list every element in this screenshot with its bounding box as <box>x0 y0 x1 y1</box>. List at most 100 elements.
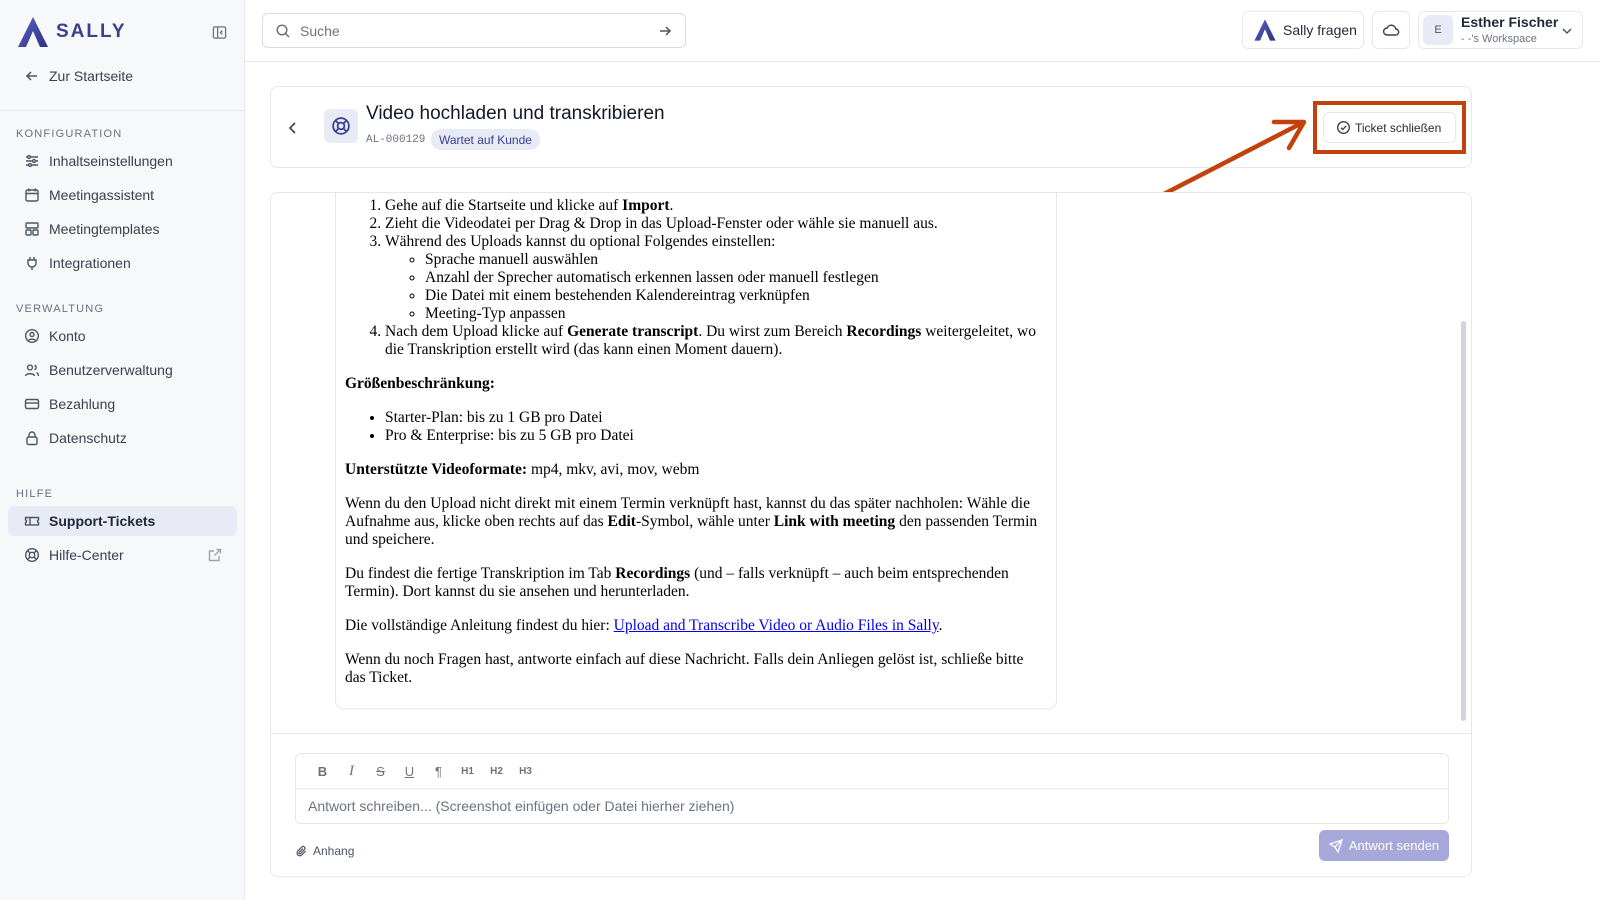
formats-paragraph: Unterstützte Videoformate: mp4, mkv, avi… <box>345 461 1047 479</box>
scrollbar-thumb[interactable] <box>1461 321 1466 721</box>
send-icon <box>1328 838 1343 853</box>
size-list: Starter-Plan: bis zu 1 GB pro Datei Pro … <box>385 409 1047 445</box>
ticket-icon <box>24 516 40 526</box>
sidebar-item-label: Hilfe-Center <box>49 547 124 563</box>
size-heading: Größenbeschränkung: <box>345 375 1047 393</box>
italic-button[interactable]: I <box>337 759 366 783</box>
user-menu-button[interactable]: E Esther Fischer - -'s Workspace <box>1418 11 1583 49</box>
paragraph-text: . <box>938 617 943 634</box>
section-label-konfiguration: KONFIGURATION <box>16 128 123 140</box>
step-text: . Du wirst zum Bereich <box>698 323 847 340</box>
close-ticket-label: Ticket schließen <box>1355 120 1442 135</box>
step-text: . <box>669 197 674 214</box>
workspace-name: - -'s Workspace <box>1461 32 1537 45</box>
heading3-button[interactable]: H3 <box>511 759 540 783</box>
formats-value: mp4, mkv, avi, mov, webm <box>527 461 700 478</box>
guide-paragraph: Die vollständige Anleitung findest du hi… <box>345 617 1047 635</box>
collapse-sidebar-icon[interactable] <box>209 22 229 42</box>
underline-button[interactable]: U <box>395 759 424 783</box>
logo[interactable]: SALLY <box>16 14 229 50</box>
send-reply-button[interactable]: Antwort senden <box>1319 830 1449 861</box>
paragraph-bold: Recordings <box>615 565 691 582</box>
sidebar-item-label: Bezahlung <box>49 396 116 412</box>
step-text: Nach dem Upload klicke auf <box>385 323 568 340</box>
list-item: Pro & Enterprise: bis zu 5 GB pro Datei <box>385 427 1047 445</box>
sidebar-item-inhaltseinstellungen[interactable]: Inhaltseinstellungen <box>8 146 237 176</box>
sidebar-item-support-tickets[interactable]: Support-Tickets <box>8 506 237 536</box>
search-bar[interactable] <box>262 13 686 48</box>
chevron-down-icon <box>1562 28 1572 35</box>
chevron-left-icon[interactable] <box>283 118 303 138</box>
sidebar-item-meetingassistent[interactable]: Meetingassistent <box>8 180 237 210</box>
sidebar-item-label: Inhaltseinstellungen <box>49 153 173 169</box>
user-circle-icon <box>24 328 40 344</box>
step-item: Während des Uploads kannst du optional F… <box>385 233 1047 323</box>
sidebar-item-datenschutz[interactable]: Datenschutz <box>8 423 237 453</box>
step-item: Zieht die Videodatei per Drag & Drop in … <box>385 215 1047 233</box>
section-label-verwaltung: VERWALTUNG <box>16 303 105 315</box>
step-text: Gehe auf die Startseite und klicke auf <box>385 197 623 214</box>
paperclip-icon <box>296 845 307 856</box>
avatar: E <box>1423 15 1453 45</box>
sidebar-item-label: Benutzerverwaltung <box>49 362 173 378</box>
list-item: Anzahl der Sprecher automatisch erkennen… <box>425 269 1047 287</box>
list-item: Starter-Plan: bis zu 1 GB pro Datei <box>385 409 1047 427</box>
size-heading-text: Größenbeschränkung: <box>345 375 495 392</box>
users-icon <box>24 364 40 377</box>
sidebar-item-konto[interactable]: Konto <box>8 321 237 351</box>
paragraph-bold: Edit <box>607 513 636 530</box>
step-bold: Import <box>622 197 670 214</box>
sally-logo-icon <box>1254 19 1276 41</box>
lifebuoy-icon <box>332 117 350 135</box>
annotation-arrow-icon <box>1159 119 1307 198</box>
arrow-right-icon[interactable] <box>657 23 673 39</box>
paragraph-button[interactable]: ¶ <box>424 759 453 783</box>
user-name: Esther Fischer <box>1461 14 1559 31</box>
back-to-home-link[interactable]: Zur Startseite <box>24 68 133 84</box>
composer-divider <box>271 733 1471 734</box>
calendar-icon <box>25 188 39 202</box>
search-input[interactable] <box>300 22 657 39</box>
ask-sally-button[interactable]: Sally fragen <box>1242 11 1364 49</box>
sidebar-item-meetingtemplates[interactable]: Meetingtemplates <box>8 214 237 244</box>
outro-paragraph: Wenn du noch Fragen hast, antworte einfa… <box>345 651 1024 686</box>
attach-label: Anhang <box>313 844 355 858</box>
sidebar-item-label: Meetingassistent <box>49 187 155 203</box>
step-bold: Generate transcript <box>567 323 699 340</box>
link-meeting-paragraph: Wenn du den Upload nicht direkt mit eine… <box>345 495 1047 549</box>
heading1-button[interactable]: H1 <box>453 759 482 783</box>
credit-card-icon <box>24 398 40 410</box>
step-text: Zieht die Videodatei per Drag & Drop in … <box>385 215 938 232</box>
formats-label: Unterstützte Videoformate: <box>345 461 528 478</box>
scrollbar[interactable] <box>1461 193 1469 727</box>
sidebar-item-benutzerverwaltung[interactable]: Benutzerverwaltung <box>8 355 237 385</box>
plug-icon <box>27 257 37 270</box>
attach-button[interactable]: Anhang <box>295 844 354 858</box>
list-item: Sprache manuell auswählen <box>425 251 1047 269</box>
sally-logo-icon <box>18 17 48 47</box>
close-ticket-button[interactable]: Ticket schließen <box>1323 112 1456 143</box>
ticket-title: Video hochladen und transkribieren <box>366 103 665 124</box>
reply-input[interactable] <box>296 789 1448 823</box>
status-badge: Wartet auf Kunde <box>431 129 540 150</box>
sidebar-item-bezahlung[interactable]: Bezahlung <box>8 389 237 419</box>
editor-toolbar: B I S U ¶ H1 H2 H3 <box>296 754 1448 789</box>
sidebar-item-integrationen[interactable]: Integrationen <box>8 248 237 278</box>
guide-link[interactable]: Upload and Transcribe Video or Audio Fil… <box>614 617 939 634</box>
heading2-button[interactable]: H2 <box>482 759 511 783</box>
external-link-icon <box>208 548 222 562</box>
sidebar-item-label: Datenschutz <box>49 430 127 446</box>
sidebar-item-hilfe-center[interactable]: Hilfe-Center <box>8 540 237 570</box>
app-name: SALLY <box>56 21 127 42</box>
paragraph-text: Du findest die fertige Transkription im … <box>345 565 616 582</box>
step-bold: Recordings <box>846 323 922 340</box>
cloud-sync-button[interactable] <box>1372 11 1410 49</box>
list-item: Die Datei mit einem bestehenden Kalender… <box>425 287 1047 305</box>
options-list: Sprache manuell auswählen Anzahl der Spr… <box>425 251 1047 323</box>
bold-button[interactable]: B <box>308 759 337 783</box>
ticket-type-icon <box>324 109 358 143</box>
support-message: Gehe auf die Startseite und klicke auf I… <box>335 193 1057 709</box>
step-item: Gehe auf die Startseite und klicke auf I… <box>385 197 1047 215</box>
ticket-id: AL-000129 <box>366 134 426 146</box>
strikethrough-button[interactable]: S <box>366 759 395 783</box>
